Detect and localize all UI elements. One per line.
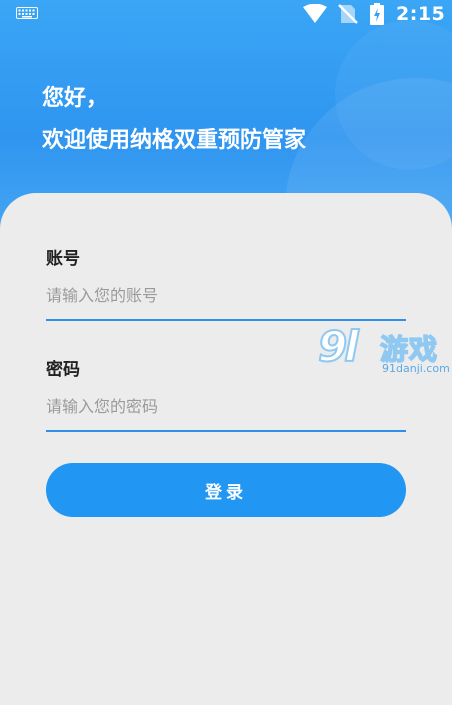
- password-label: 密码: [46, 360, 80, 380]
- greeting-text: 您好，: [42, 86, 109, 111]
- account-input[interactable]: [46, 278, 406, 312]
- wifi-icon: [303, 4, 327, 23]
- password-underline: [46, 430, 406, 432]
- password-input[interactable]: [46, 389, 406, 423]
- watermark-url: 91danji.com: [382, 362, 450, 375]
- login-button[interactable]: 登录: [46, 463, 406, 517]
- no-sim-icon: [338, 4, 358, 24]
- login-card: [0, 193, 452, 705]
- account-label: 账号: [46, 249, 80, 269]
- watermark: 9l 游戏 91danji.com: [317, 321, 450, 378]
- account-underline: [46, 319, 406, 321]
- status-bar: 2:15: [0, 0, 452, 28]
- watermark-logo: 9l: [317, 321, 360, 372]
- keyboard-icon: [16, 7, 38, 19]
- welcome-title: 欢迎使用纳格双重预防管家: [42, 128, 307, 153]
- status-time: 2:15: [396, 3, 446, 25]
- battery-charging-icon: [370, 3, 384, 25]
